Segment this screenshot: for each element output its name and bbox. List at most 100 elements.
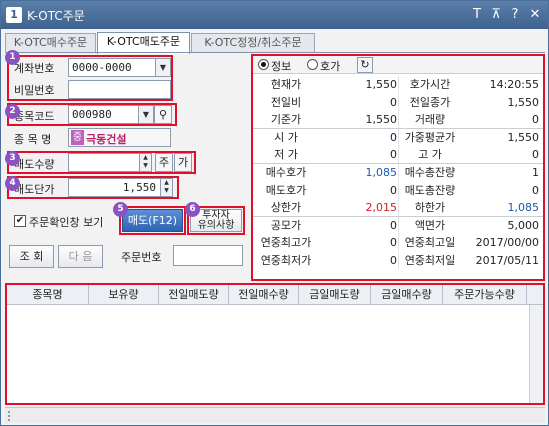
quote-label: 연중최저가 [260,254,312,267]
step-badge-3: 3 [5,151,20,166]
column-header[interactable]: 금일매수량 [371,285,443,305]
qty-stepper[interactable]: ▲ ▼ [139,153,152,172]
quote-value: 2017/05/11 [475,254,539,267]
column-header[interactable]: 주문가능수량 [443,285,527,305]
password-field[interactable] [68,80,171,99]
price-label: 매도단가 [14,183,55,196]
quote-label: 매수총잔량 [404,166,456,179]
quote-value: 0 [390,254,397,267]
order-no-label: 주문번호 [121,251,162,264]
chevron-down-icon[interactable]: ▼ [155,58,171,77]
quote-label: 기준가 [270,113,302,127]
price-input[interactable]: 1,550 [68,178,161,197]
quote-label: 매수호가 [265,166,307,179]
step-badge-1: 1 [5,50,20,65]
help-icon[interactable]: ? [507,6,523,24]
qty-input[interactable] [68,153,140,172]
account-label: 계좌번호 [14,62,55,75]
quote-row: 연중최고가 0 연중최고일 2017/00/00 [253,234,543,252]
quote-value: 2017/00/00 [475,236,539,250]
quote-label: 호가시간 [409,78,451,91]
quote-value: 1 [532,166,539,179]
refresh-icon[interactable]: ↻ [357,57,373,73]
quote-value: 1,550 [365,113,398,127]
quote-row: 매수호가 1,085 매수총잔량 1 [253,164,543,181]
tab-modify-cancel-order[interactable]: K-OTC정정/취소주문 [191,33,315,53]
search-icon[interactable]: ⚲ [154,105,172,124]
next-button[interactable]: 다 음 [58,245,103,268]
qty-label: 매도수량 [14,158,55,171]
price-stepper[interactable]: ▲ ▼ [160,178,173,197]
quote-value: 1,550 [507,95,540,109]
group-divider [253,163,543,164]
order-no-field[interactable] [173,245,243,266]
quote-label: 거래량 [414,113,446,127]
text-mode-icon[interactable]: T [469,6,485,24]
column-header[interactable]: 금일매도량 [299,285,371,305]
pin-icon[interactable]: ⊼ [488,6,504,24]
vertical-scrollbar[interactable] [529,305,543,403]
quote-value: 0 [390,130,397,144]
column-divider [398,181,399,199]
quote-row: 공모가 0 액면가 5,000 [253,216,543,234]
quote-label: 매도호가 [265,183,307,197]
radio-info-label[interactable]: 정보 [271,58,291,74]
qty-unit-button[interactable]: 주 [155,153,173,172]
code-input[interactable]: 000980 [68,105,139,124]
confirm-label[interactable]: 주문확인창 보기 [29,214,103,230]
column-divider [398,252,399,269]
quote-value: 1,085 [507,201,540,215]
quote-value: 0 [532,148,539,162]
sell-button[interactable]: 매도(F12) [122,209,183,232]
quote-row: 시 가 0 가중평균가 1,550 [253,128,543,146]
tab-buy-order[interactable]: K-OTC매수주문 [5,33,96,53]
radio-quote[interactable] [307,59,318,70]
tab-divider [5,52,545,53]
search-button[interactable]: 조 회 [9,245,54,268]
step-badge-2: 2 [5,104,20,119]
confirm-checkbox[interactable]: ✔ [14,215,26,227]
quote-value: 14:20:55 [489,78,539,91]
order-window: 1 K-OTC주문 T ⊼ ? ✕ K-OTC매수주문 K-OTC매도주문 K-… [0,0,549,426]
quote-panel: 정보 호가 ↻ 현재가 1,550 호가시간 14:20:55 전일비 0 전일종가 1,55… [251,54,545,281]
quote-label: 전일비 [270,95,302,109]
account-select[interactable]: 0000-0000 [68,58,156,77]
column-header[interactable]: 전일매도량 [159,285,229,305]
quote-label: 연중최고일 [404,236,456,250]
quote-row: 연중최저가 0 연중최저일 2017/05/11 [253,252,543,269]
quote-label: 가중평균가 [404,130,456,144]
table-header: 종목명 보유량 전일매도량 전일매수량 금일매도량 금일매수량 주문가능수량 [7,285,543,305]
name-label: 종 목 명 [14,133,52,146]
radio-info[interactable] [258,59,269,70]
group-divider [253,215,543,217]
quote-value: 2,015 [365,201,398,215]
chevron-down-icon[interactable]: ▼ [138,105,154,124]
column-header[interactable]: 종목명 [7,285,89,305]
title-bar[interactable]: 1 K-OTC주문 T ⊼ ? ✕ [1,1,548,29]
quote-label: 저 가 [274,148,298,162]
market-badge: 중 [71,130,84,145]
column-header[interactable]: 전일매수량 [229,285,299,305]
stock-name: 극동건설 [86,133,127,146]
quote-row: 기준가 1,550 거래량 0 [253,111,543,129]
column-divider [398,164,399,181]
column-divider [398,216,399,234]
app-icon: 1 [6,7,22,23]
close-icon[interactable]: ✕ [527,6,543,24]
order-form: 계좌번호 0000-0000 ▼ 비밀번호 종목코드 000980 ▼ ⚲ 종 … [5,50,248,280]
grip-icon [8,411,14,421]
quote-label: 하한가 [414,201,446,215]
quote-value: 0 [532,113,539,127]
column-divider [398,111,399,129]
quote-value: 0 [390,148,397,162]
radio-quote-label[interactable]: 호가 [320,58,340,74]
code-label: 종목코드 [14,110,55,123]
tab-sell-order[interactable]: K-OTC매도주문 [97,32,190,54]
qty-available-button[interactable]: 가 [174,153,192,172]
column-header[interactable]: 보유량 [89,285,159,305]
quote-label: 전일종가 [409,95,451,109]
quote-value: 0 [390,236,397,250]
quote-value: 5,000 [507,218,540,232]
status-bar [5,407,545,423]
holdings-table: 종목명 보유량 전일매도량 전일매수량 금일매도량 금일매수량 주문가능수량 [5,283,545,405]
